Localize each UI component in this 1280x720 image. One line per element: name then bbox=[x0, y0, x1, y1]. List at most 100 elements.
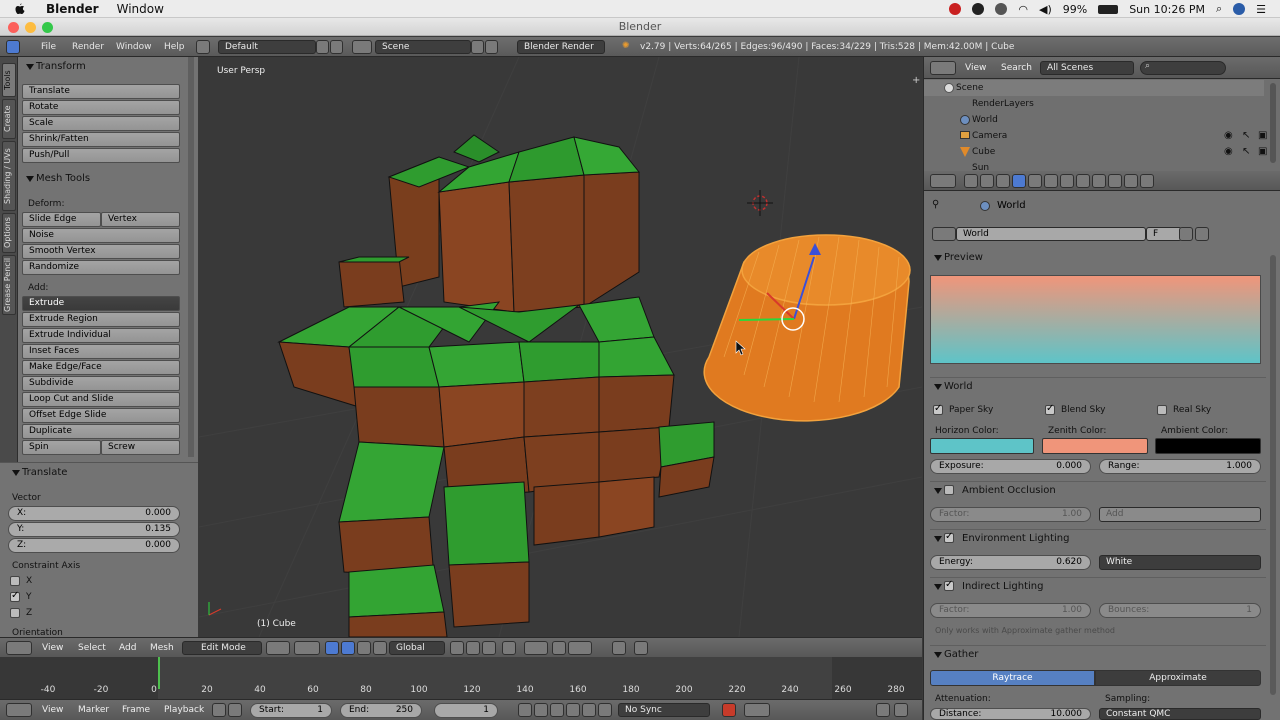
camera-render-icon[interactable]: ▣ bbox=[1258, 130, 1267, 141]
menu-render[interactable]: Render bbox=[72, 42, 104, 52]
minimize-window-icon[interactable] bbox=[25, 22, 36, 33]
sync-select[interactable]: No Sync bbox=[618, 703, 710, 717]
duplicate-button[interactable]: Duplicate bbox=[22, 424, 180, 439]
spin-button[interactable]: Spin bbox=[22, 440, 101, 455]
add-menu[interactable]: Add bbox=[119, 643, 136, 653]
remove-scene-icon[interactable] bbox=[485, 40, 498, 54]
tab-tools[interactable]: Tools bbox=[2, 63, 16, 97]
layer-icon-3[interactable] bbox=[482, 641, 496, 655]
skype-icon[interactable] bbox=[972, 3, 985, 15]
gather-panel-header[interactable]: Gather bbox=[930, 645, 1266, 663]
horizon-color-swatch[interactable] bbox=[930, 438, 1034, 454]
prev-key-icon[interactable] bbox=[534, 703, 548, 717]
ao-factor-field[interactable]: Factor: 1.00 bbox=[930, 507, 1091, 522]
blend-sky-checkbox[interactable] bbox=[1045, 403, 1055, 415]
inset-faces-button[interactable]: Inset Faces bbox=[22, 344, 180, 359]
layout-field[interactable]: Default bbox=[218, 40, 316, 54]
real-sky-checkbox[interactable] bbox=[1157, 405, 1167, 415]
smooth-vertex-button[interactable]: Smooth Vertex bbox=[22, 244, 180, 259]
layer-icon-1[interactable] bbox=[450, 641, 464, 655]
layer-icon-2[interactable] bbox=[466, 641, 480, 655]
exposure-field[interactable]: Exposure: 0.000 bbox=[930, 459, 1091, 474]
mesh-tools-panel-header[interactable]: Mesh Tools bbox=[22, 171, 192, 187]
zoom-window-icon[interactable] bbox=[42, 22, 53, 33]
shading-icon[interactable] bbox=[266, 641, 290, 655]
jump-end-icon[interactable] bbox=[598, 703, 612, 717]
render-engine-select[interactable]: Blender Render bbox=[517, 40, 605, 54]
zenith-color-swatch[interactable] bbox=[1042, 438, 1148, 454]
3d-viewport[interactable]: User Persp (1) Cube + bbox=[199, 57, 922, 637]
particles-tab-icon[interactable] bbox=[1124, 174, 1138, 188]
view-menu[interactable]: View bbox=[42, 643, 63, 653]
menu-window[interactable]: Window bbox=[116, 42, 152, 52]
keyframe-type-icon[interactable] bbox=[744, 703, 770, 717]
play-reverse-icon[interactable] bbox=[550, 703, 564, 717]
next-key-icon[interactable] bbox=[582, 703, 596, 717]
modifiers-tab-icon[interactable] bbox=[1060, 174, 1074, 188]
volume-icon[interactable]: ◀) bbox=[1039, 3, 1052, 16]
transform-panel-header[interactable]: Transform bbox=[22, 59, 192, 75]
world-browse-icon[interactable] bbox=[932, 227, 956, 241]
raytrace-toggle[interactable]: Raytrace bbox=[930, 670, 1095, 686]
add-scene-icon[interactable] bbox=[471, 40, 484, 54]
mesh-menu[interactable]: Mesh bbox=[150, 643, 174, 653]
wifi-icon[interactable]: ◠ bbox=[1018, 3, 1028, 16]
timeline-editor-icon[interactable] bbox=[6, 703, 32, 717]
menu-help[interactable]: Help bbox=[164, 42, 185, 52]
vector-z-field[interactable]: Z: 0.000 bbox=[8, 538, 180, 553]
object-tab-icon[interactable] bbox=[1028, 174, 1042, 188]
manipulator-icon[interactable] bbox=[325, 641, 339, 655]
auto-key-icon[interactable] bbox=[722, 703, 736, 717]
cube-select-icon[interactable]: ↖ bbox=[1242, 146, 1250, 157]
apple-icon[interactable] bbox=[14, 3, 26, 15]
noise-button[interactable]: Noise bbox=[22, 228, 180, 243]
close-window-icon[interactable] bbox=[8, 22, 19, 33]
mesh-object[interactable] bbox=[277, 134, 715, 637]
editor-type-icon[interactable] bbox=[6, 641, 32, 655]
scale-manipulator-icon[interactable] bbox=[373, 641, 387, 655]
extrude-dropdown[interactable]: Extrude bbox=[22, 296, 180, 311]
new-world-icon[interactable] bbox=[1179, 227, 1193, 241]
ambient-occlusion-checkbox[interactable] bbox=[944, 485, 954, 495]
extrude-region-button[interactable]: Extrude Region bbox=[22, 312, 180, 327]
physics-tab-icon[interactable] bbox=[1140, 174, 1154, 188]
timeline-view-menu[interactable]: View bbox=[42, 705, 63, 715]
sampling-select[interactable]: Constant QMC bbox=[1099, 708, 1261, 720]
cylinder-object[interactable] bbox=[703, 234, 911, 422]
tool-shelf-scrollbar[interactable] bbox=[188, 57, 194, 457]
spotlight-icon[interactable]: ⌕ bbox=[1216, 2, 1222, 16]
push-pull-button[interactable]: Push/Pull bbox=[22, 148, 180, 163]
extrude-individual-button[interactable]: Extrude Individual bbox=[22, 328, 180, 343]
info-editor-icon[interactable] bbox=[6, 40, 20, 54]
indirect-lighting-panel-header[interactable]: Indirect Lighting bbox=[930, 577, 1266, 595]
viewport-canvas[interactable] bbox=[199, 57, 922, 637]
outliner-item-camera[interactable]: Camera bbox=[924, 128, 1264, 144]
scene-tab-icon[interactable] bbox=[996, 174, 1010, 188]
app-menu[interactable]: Blender bbox=[46, 2, 99, 16]
outliner-item-scene[interactable]: Scene bbox=[924, 80, 1264, 96]
translate-manipulator-icon[interactable] bbox=[341, 641, 355, 655]
end-frame-field[interactable]: End: 250 bbox=[340, 703, 422, 718]
tab-shading-uvs[interactable]: Shading / UVs bbox=[2, 141, 16, 211]
keying-icon[interactable] bbox=[212, 703, 226, 717]
indirect-factor-field[interactable]: Factor: 1.00 bbox=[930, 603, 1091, 618]
layout-icon[interactable] bbox=[196, 40, 210, 54]
scene-icon[interactable] bbox=[352, 40, 372, 54]
material-tab-icon[interactable] bbox=[1092, 174, 1106, 188]
start-frame-field[interactable]: Start: 1 bbox=[250, 703, 332, 718]
remove-layout-icon[interactable] bbox=[330, 40, 343, 54]
subdivide-button[interactable]: Subdivide bbox=[22, 376, 180, 391]
data-tab-icon[interactable] bbox=[1076, 174, 1090, 188]
properties-scrollbar[interactable] bbox=[1270, 255, 1276, 695]
outliner-item-world[interactable]: World bbox=[924, 112, 1264, 128]
tab-create[interactable]: Create bbox=[2, 99, 16, 139]
translate-button[interactable]: Translate bbox=[22, 84, 180, 99]
rotate-button[interactable]: Rotate bbox=[22, 100, 180, 115]
tab-grease-pencil[interactable]: Grease Pencil bbox=[2, 255, 16, 315]
pivot-icon[interactable] bbox=[294, 641, 320, 655]
battery-percent[interactable]: 99% bbox=[1063, 3, 1087, 16]
world-tab-icon[interactable] bbox=[1012, 174, 1026, 188]
sync-icon[interactable] bbox=[995, 3, 1008, 15]
fake-user-toggle[interactable]: F bbox=[1146, 227, 1182, 241]
ao-blend-select[interactable]: Add bbox=[1099, 507, 1261, 522]
